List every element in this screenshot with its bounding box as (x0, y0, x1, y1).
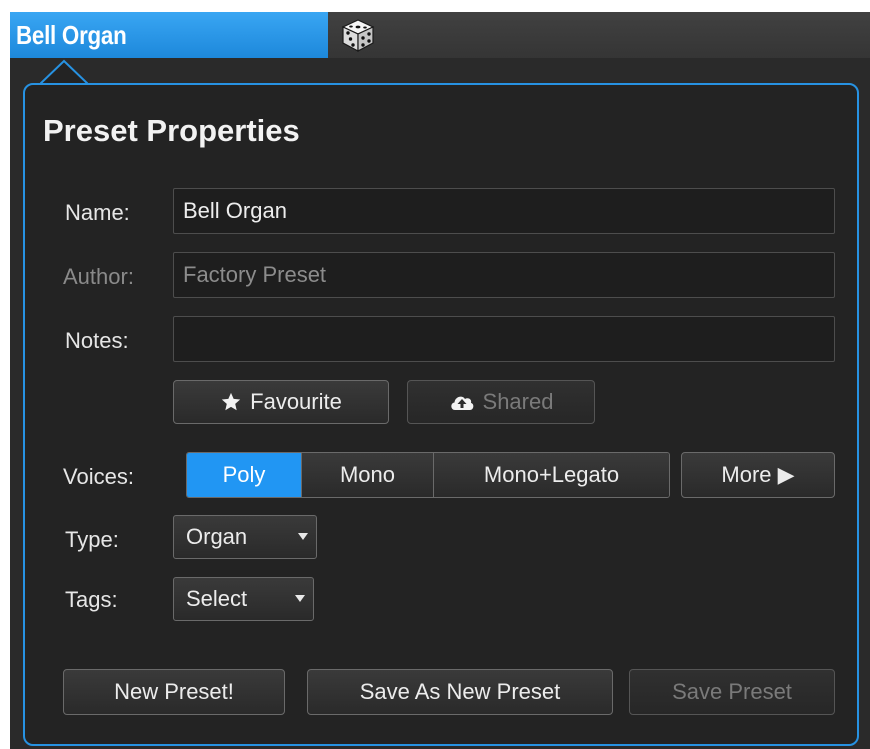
save-as-new-preset-button[interactable]: Save As New Preset (307, 669, 613, 715)
chevron-down-icon (298, 533, 308, 540)
author-label: Author: (63, 264, 134, 289)
dice-icon[interactable] (340, 17, 376, 53)
preset-properties-panel: Preset Properties Name: Bell Organ Autho… (23, 83, 859, 746)
voices-label: Voices: (63, 464, 134, 489)
panel-title: Preset Properties (43, 113, 300, 148)
new-preset-button[interactable]: New Preset! (63, 669, 285, 715)
voice-option-poly[interactable]: Poly (187, 453, 301, 497)
voices-segmented-control: Poly Mono Mono+Legato (186, 452, 670, 498)
author-field: Factory Preset (173, 252, 835, 298)
voice-option-mono[interactable]: Mono (301, 453, 433, 497)
more-button[interactable]: More ▶ (681, 452, 835, 498)
favourite-label: Favourite (250, 389, 342, 414)
voice-option-mono-legato[interactable]: Mono+Legato (433, 453, 669, 497)
name-field[interactable]: Bell Organ (173, 188, 835, 234)
tags-value: Select (186, 586, 248, 611)
star-icon (220, 391, 242, 413)
type-label: Type: (65, 527, 119, 552)
title-bar: Bell Organ (10, 12, 870, 58)
tab-pointer (40, 59, 88, 85)
preset-editor-window: Bell Organ Preset Properties Name: Bell … (10, 12, 870, 749)
shared-button[interactable]: Shared (407, 380, 595, 424)
notes-label: Notes: (65, 328, 129, 353)
shared-label: Shared (482, 389, 554, 414)
notes-field[interactable] (173, 316, 835, 362)
tags-dropdown[interactable]: Select (173, 577, 314, 621)
type-dropdown[interactable]: Organ (173, 515, 317, 559)
tags-label: Tags: (65, 587, 118, 612)
favourite-button[interactable]: Favourite (173, 380, 389, 424)
save-preset-button[interactable]: Save Preset (629, 669, 835, 715)
type-value: Organ (186, 524, 248, 549)
cloud-upload-icon (449, 392, 475, 412)
preset-name-tab[interactable]: Bell Organ (10, 12, 328, 58)
name-label: Name: (65, 200, 130, 225)
chevron-down-icon (295, 595, 305, 602)
preset-name-label: Bell Organ (16, 19, 127, 50)
